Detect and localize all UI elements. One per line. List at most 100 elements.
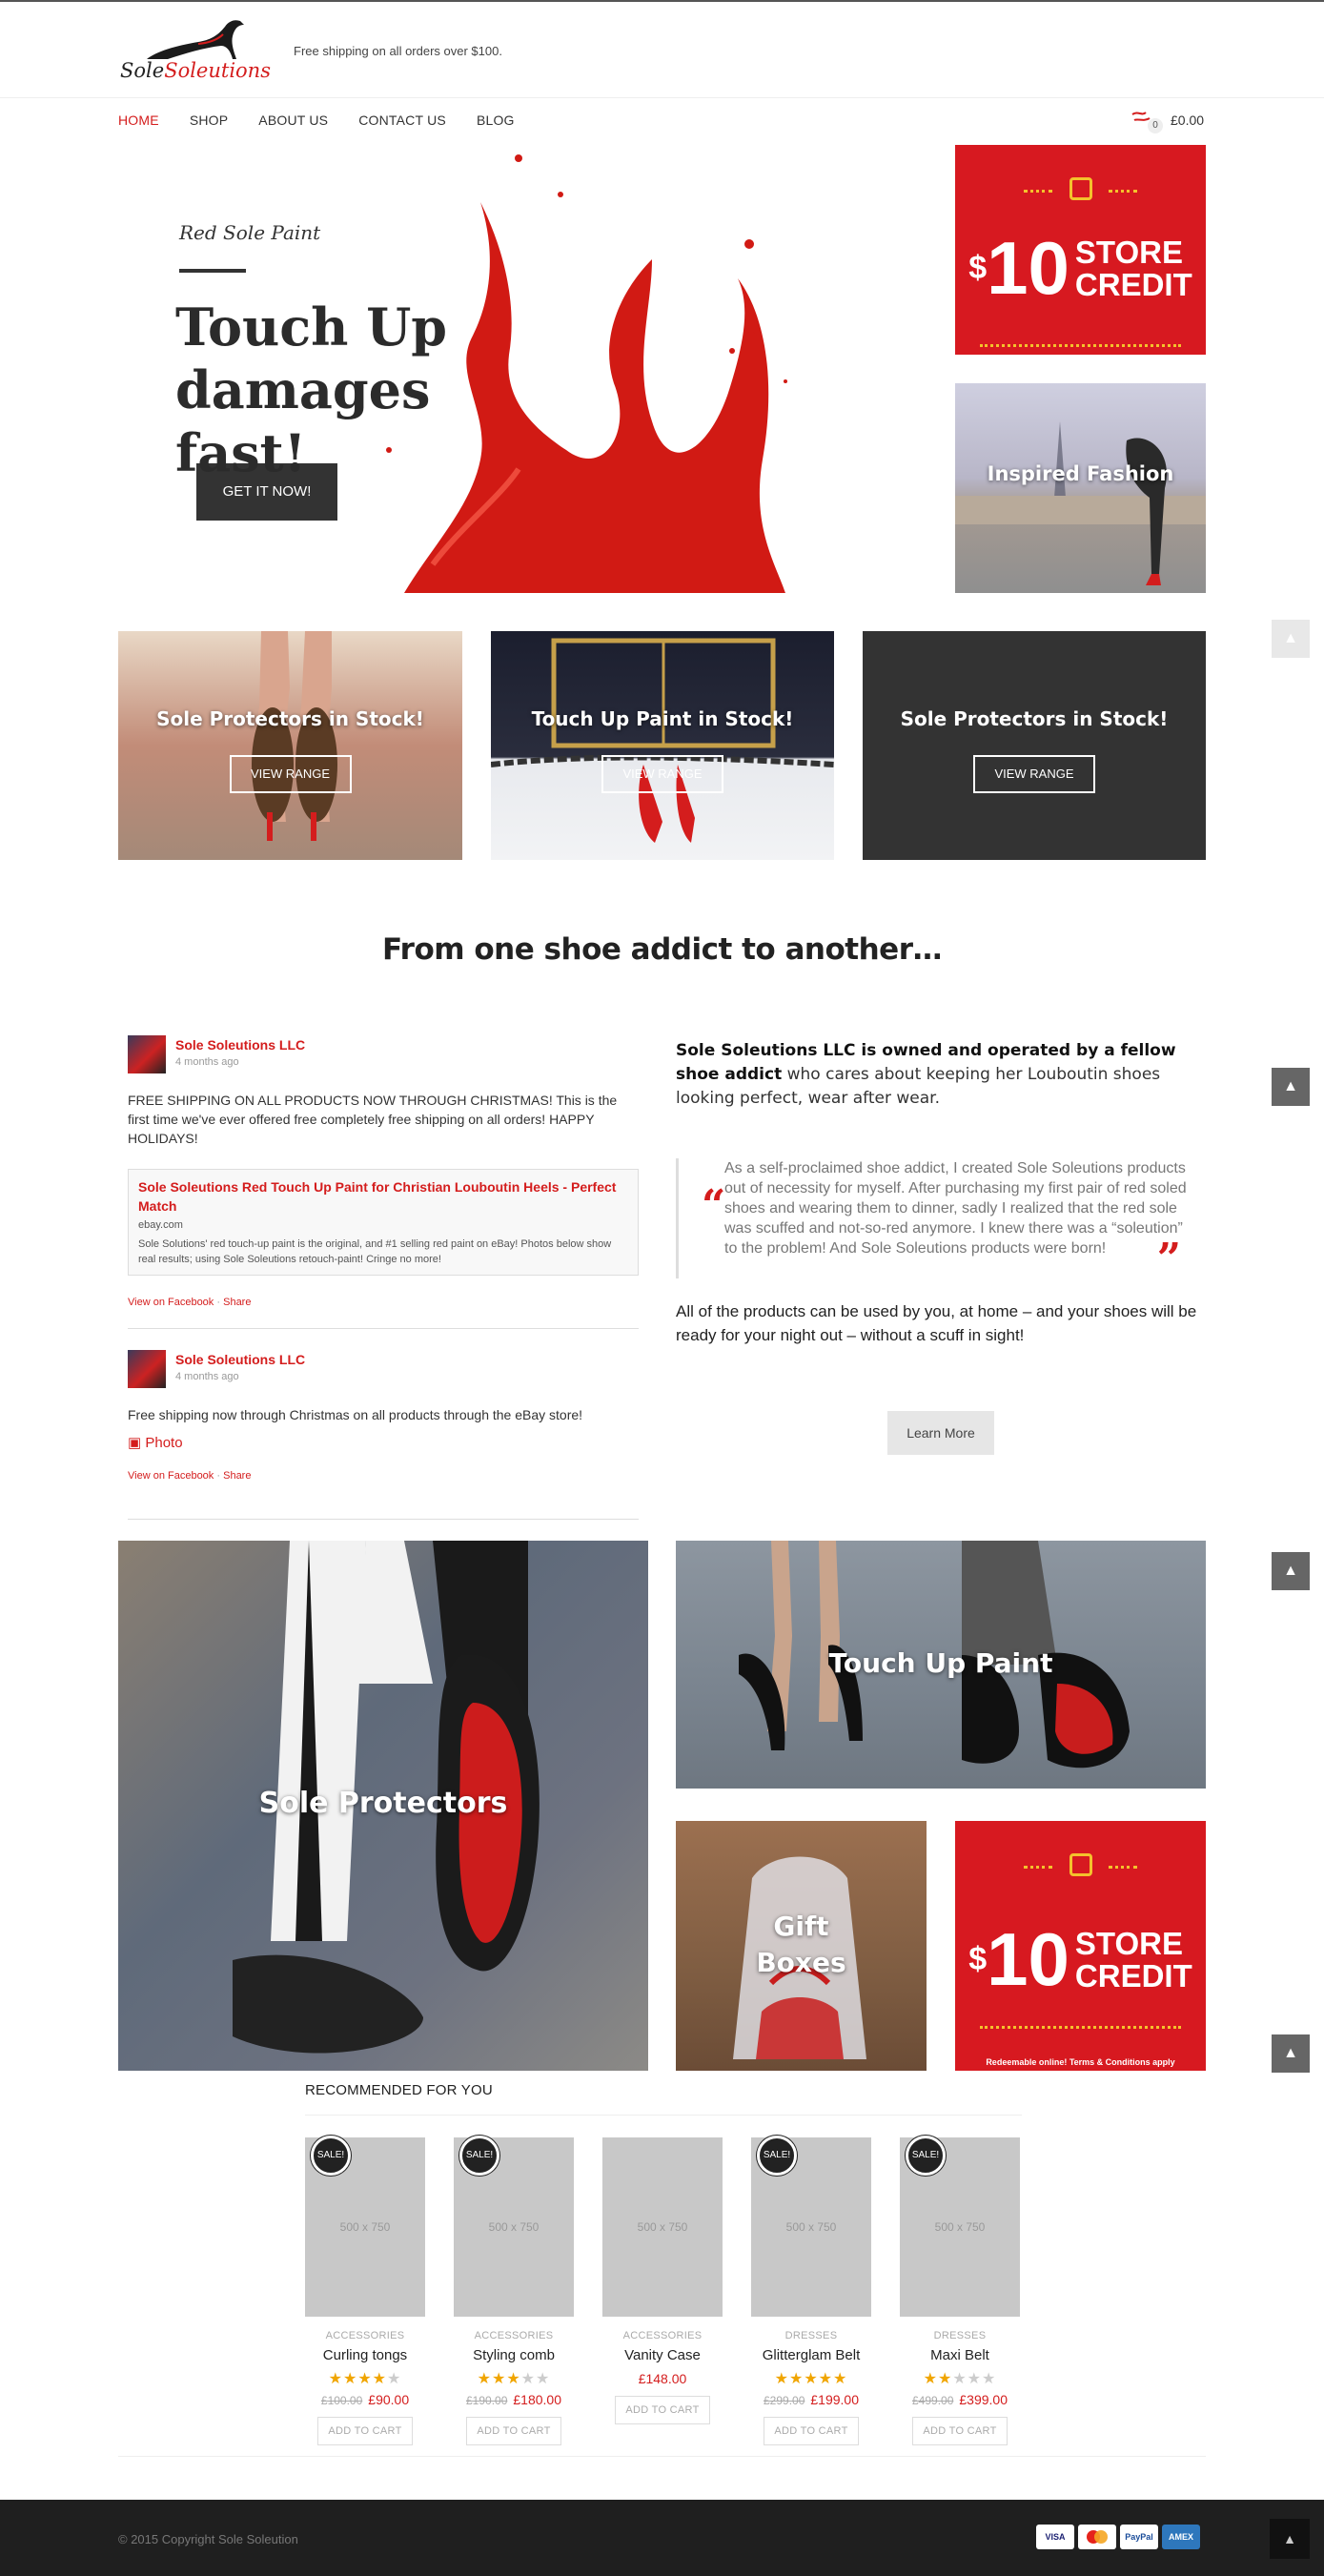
product-card[interactable]: 500 x 750 ACCESSORIES Vanity Case £148.00 AD… — [602, 2137, 723, 2424]
fine-print: Redeemable online! Terms & Conditions ap… — [986, 2057, 1175, 2067]
product-card[interactable]: 500 x 750 SALE! ACCESSORIES Curling tongs ★★… — [305, 2136, 425, 2445]
product-image[interactable]: 500 x 750 SALE! — [454, 2136, 574, 2317]
product-category[interactable]: ACCESSORIES — [454, 2330, 574, 2341]
store-credit-banner[interactable]: $10 STORE CREDIT — [955, 145, 1206, 355]
product-image[interactable]: 500 x 750 SALE! — [900, 2136, 1020, 2317]
view-range-button[interactable]: VIEW RANGE — [973, 755, 1095, 793]
view-on-facebook-link[interactable]: View on Facebook — [128, 1470, 214, 1482]
feature-tile-sole-protectors[interactable]: Sole Protectors in Stock! VIEW RANGE — [118, 631, 462, 860]
scroll-top-icon[interactable]: ▲ — [1272, 620, 1310, 658]
feature-tile-touch-up-paint[interactable]: Touch Up Paint in Stock! VIEW RANGE — [491, 631, 834, 860]
avatar[interactable] — [128, 1350, 166, 1388]
add-to-cart-button[interactable]: ADD TO CART — [317, 2417, 413, 2445]
view-range-button[interactable]: VIEW RANGE — [229, 755, 352, 793]
store-credit-banner[interactable]: $10 STORE CREDIT Redeemable online! Terms … — [955, 1821, 1206, 2071]
post-photo-link[interactable]: ▣ Photo — [128, 1434, 183, 1451]
star-icon: ★ — [804, 2371, 819, 2387]
page: SoleSoleutions Free shipping on all orde… — [0, 0, 1324, 2576]
post-author[interactable]: Sole Soleutions LLC — [175, 1352, 305, 1367]
product-price: £299.00 £199.00 — [751, 2392, 871, 2407]
nav-about-us[interactable]: ABOUT US — [258, 112, 328, 128]
copyright: © 2015 Copyright Sole Soleution — [118, 2532, 298, 2546]
touch-up-paint-tile[interactable]: Touch Up Paint — [676, 1541, 1206, 1789]
product-name[interactable]: Maxi Belt — [900, 2347, 1020, 2363]
product-name[interactable]: Vanity Case — [602, 2347, 723, 2363]
add-to-cart-button[interactable]: ADD TO CART — [615, 2396, 710, 2424]
product-category[interactable]: ACCESSORIES — [602, 2330, 723, 2341]
visa-icon: VISA — [1036, 2525, 1074, 2549]
learn-more-button[interactable]: Learn More — [887, 1411, 994, 1455]
add-to-cart-button[interactable]: ADD TO CART — [466, 2417, 561, 2445]
sale-price: £180.00 — [513, 2392, 561, 2407]
sole-protectors-tile[interactable]: Sole Protectors — [118, 1541, 648, 2071]
logo[interactable]: SoleSoleutions — [118, 17, 271, 86]
main-nav: HOME SHOP ABOUT US CONTACT US BLOG — [118, 112, 545, 128]
hero-banner: Red Sole Paint Touch Up damages fast! GE… — [118, 145, 934, 593]
sale-price: £90.00 — [368, 2392, 410, 2407]
feature-tile-title: Touch Up Paint in Stock! — [531, 707, 794, 730]
product-card[interactable]: 500 x 750 SALE! DRESSES Glitterglam Belt ★★★… — [751, 2136, 871, 2445]
amex-icon: AMEX — [1162, 2525, 1200, 2549]
scroll-top-icon[interactable]: ▲ — [1272, 2034, 1310, 2073]
product-name[interactable]: Styling comb — [454, 2347, 574, 2363]
view-range-button[interactable]: VIEW RANGE — [601, 755, 723, 793]
link-title: Sole Soleutions Red Touch Up Paint for C… — [138, 1179, 617, 1214]
scroll-top-icon[interactable]: ▲ — [1270, 2519, 1310, 2559]
product-name[interactable]: Curling tongs — [305, 2347, 425, 2363]
old-price: £190.00 — [466, 2394, 508, 2407]
logo-text: SoleSoleutions — [120, 59, 271, 82]
product-category[interactable]: ACCESSORIES — [305, 2330, 425, 2341]
section-divider — [118, 2456, 1206, 2457]
star-icon: ★ — [520, 2371, 537, 2387]
old-price: £499.00 — [912, 2394, 954, 2407]
share-link[interactable]: Share — [223, 1297, 251, 1308]
wave-decoration — [1024, 187, 1052, 193]
post-actions: View on Facebook · Share — [128, 1470, 252, 1482]
quote-close-icon: ” — [1156, 1235, 1181, 1283]
star-icon: ★ — [372, 2371, 388, 2387]
star-icon: ★ — [923, 2371, 938, 2387]
sale-badge: SALE! — [757, 2136, 797, 2176]
post-author[interactable]: Sole Soleutions LLC — [175, 1037, 305, 1053]
product-name[interactable]: Glitterglam Belt — [751, 2347, 871, 2363]
scroll-top-icon[interactable]: ▲ — [1272, 1552, 1310, 1590]
nav-contact-us[interactable]: CONTACT US — [358, 112, 446, 128]
cart-count: 0 — [1148, 118, 1163, 133]
feature-tile-sole-protectors-dark[interactable]: Sole Protectors in Stock! VIEW RANGE — [863, 631, 1206, 860]
about-closing: All of the products can be used by you, … — [676, 1302, 1197, 1344]
add-to-cart-button[interactable]: ADD TO CART — [912, 2417, 1008, 2445]
product-category[interactable]: DRESSES — [751, 2330, 871, 2341]
link-excerpt: Sole Solutions' red touch-up paint is th… — [138, 1238, 612, 1265]
nav-home[interactable]: HOME — [118, 112, 159, 128]
product-image[interactable]: 500 x 750 — [602, 2137, 723, 2317]
old-price: £100.00 — [320, 2394, 363, 2407]
cart-total[interactable]: £0.00 — [1171, 112, 1204, 128]
inspired-fashion-tile[interactable]: Inspired Fashion — [955, 383, 1206, 593]
post-link-card[interactable]: Sole Soleutions Red Touch Up Paint for C… — [128, 1169, 639, 1276]
product-image[interactable]: 500 x 750 SALE! — [305, 2136, 425, 2317]
product-price: £100.00 £90.00 — [305, 2392, 425, 2407]
scroll-top-icon[interactable]: ▲ — [1272, 1068, 1310, 1106]
avatar[interactable] — [128, 1035, 166, 1073]
nav-blog[interactable]: BLOG — [477, 112, 515, 128]
hero-divider — [179, 269, 246, 273]
view-on-facebook-link[interactable]: View on Facebook — [128, 1297, 214, 1308]
star-icon: ★ — [982, 2371, 997, 2387]
nav-shop[interactable]: SHOP — [190, 112, 228, 128]
product-card[interactable]: 500 x 750 SALE! ACCESSORIES Styling comb ★★★… — [454, 2136, 574, 2445]
star-icon: ★ — [477, 2371, 492, 2387]
product-category[interactable]: DRESSES — [900, 2330, 1020, 2341]
share-link[interactable]: Share — [223, 1470, 251, 1482]
star-icon: ★ — [833, 2371, 848, 2387]
wave-decoration — [1109, 187, 1137, 193]
product-card[interactable]: 500 x 750 SALE! DRESSES Maxi Belt ★★★★★ £499.… — [900, 2136, 1020, 2445]
mastercard-icon — [1078, 2525, 1116, 2549]
add-to-cart-button[interactable]: ADD TO CART — [764, 2417, 859, 2445]
gift-boxes-tile[interactable]: Gift Boxes — [676, 1821, 927, 2071]
cart-icon[interactable]: 0 — [1129, 107, 1172, 135]
star-icon: ★ — [328, 2371, 343, 2387]
product-image[interactable]: 500 x 750 SALE! — [751, 2136, 871, 2317]
star-icon: ★ — [342, 2371, 358, 2387]
facebook-feed: Sole Soleutions LLC 4 months ago FREE SH… — [128, 1032, 639, 1520]
wave-decoration — [980, 341, 1181, 347]
